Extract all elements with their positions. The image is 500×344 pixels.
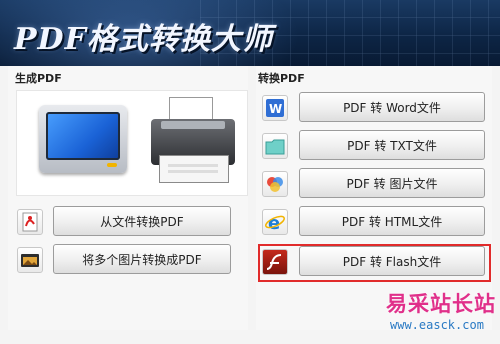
watermark-url: www.easck.com bbox=[390, 318, 484, 332]
pdf-to-html-button[interactable]: PDF 转 HTML文件 bbox=[299, 206, 485, 236]
app-banner: PDF格式转换大师 bbox=[0, 0, 500, 66]
app-title: PDF格式转换大师 bbox=[14, 22, 273, 57]
convert-pdf-label: 转换PDF bbox=[258, 72, 305, 85]
pdf-file-icon bbox=[17, 209, 43, 235]
image-icon bbox=[262, 171, 288, 197]
monitor-icon bbox=[39, 105, 127, 179]
ie-icon: e bbox=[262, 209, 288, 235]
printer-icon bbox=[147, 97, 239, 187]
word-icon: W bbox=[262, 95, 288, 121]
images-to-pdf-button[interactable]: 将多个图片转换成PDF bbox=[53, 244, 231, 274]
txt-folder-icon bbox=[262, 133, 288, 159]
generate-pdf-panel: 生成PDF 从文件转换PDF 将多个图片转换成PDF bbox=[8, 66, 248, 330]
watermark-text: 易采站长站 bbox=[386, 291, 496, 316]
pdf-to-word-button[interactable]: PDF 转 Word文件 bbox=[299, 92, 485, 122]
highlight-box bbox=[258, 244, 491, 282]
svg-text:W: W bbox=[269, 102, 282, 116]
pdf-to-txt-button[interactable]: PDF 转 TXT文件 bbox=[299, 130, 485, 160]
generate-pdf-label: 生成PDF bbox=[15, 72, 62, 85]
image-folder-icon bbox=[17, 247, 43, 273]
from-file-to-pdf-button[interactable]: 从文件转换PDF bbox=[53, 206, 231, 236]
pdf-to-image-button[interactable]: PDF 转 图片文件 bbox=[299, 168, 485, 198]
illustration-box bbox=[16, 90, 248, 196]
